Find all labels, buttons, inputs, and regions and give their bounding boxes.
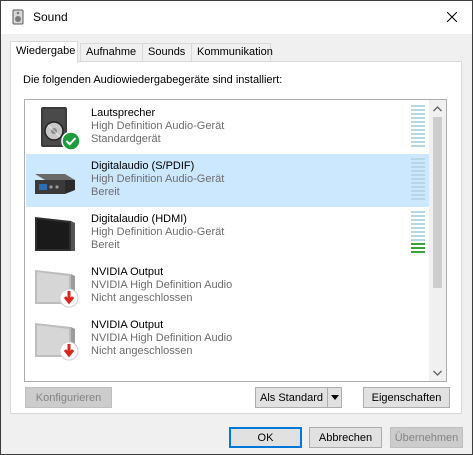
monitor-icon	[35, 217, 75, 251]
cancel-button[interactable]: Abbrechen	[309, 427, 382, 448]
chevron-down-icon	[433, 370, 442, 376]
speaker-app-icon	[12, 9, 24, 25]
device-status: Nicht angeschlossen	[91, 292, 193, 304]
unplugged-icon	[59, 288, 79, 308]
playback-panel: Die folgenden Audiowiedergabegeräte sind…	[10, 61, 462, 414]
device-name: Digitalaudio (HDMI)	[91, 213, 187, 225]
scroll-thumb[interactable]	[433, 117, 442, 288]
tab-wiedergabe[interactable]: Wiedergabe	[10, 41, 78, 63]
list-item[interactable]: NVIDIA Output NVIDIA High Definition Aud…	[26, 260, 431, 313]
device-status: Nicht angeschlossen	[91, 345, 193, 357]
level-meter	[411, 158, 425, 204]
digital-audio-icon	[35, 174, 75, 194]
apply-button[interactable]: Übernehmen	[390, 427, 463, 448]
tab-kommunikation[interactable]: Kommunikation	[191, 43, 273, 62]
close-button[interactable]	[442, 7, 462, 27]
device-name: Lautsprecher	[91, 107, 156, 119]
device-list[interactable]: Lautsprecher High Definition Audio-Gerät…	[24, 99, 447, 382]
device-name: NVIDIA Output	[91, 319, 164, 331]
tab-sounds[interactable]: Sounds	[142, 43, 192, 62]
list-item[interactable]: NVIDIA Output NVIDIA High Definition Aud…	[26, 313, 431, 366]
default-check-icon	[61, 131, 81, 151]
list-item[interactable]: Digitalaudio (HDMI) High Definition Audi…	[26, 207, 431, 260]
dropdown-arrow-icon	[330, 395, 339, 400]
scroll-up-button[interactable]	[429, 100, 446, 117]
scroll-down-button[interactable]	[429, 364, 446, 381]
title-bar[interactable]: Sound	[1, 1, 472, 34]
panel-description: Die folgenden Audiowiedergabegeräte sind…	[23, 74, 283, 86]
set-default-label: Als Standard	[260, 391, 323, 404]
level-meter	[411, 211, 425, 257]
device-driver: High Definition Audio-Gerät	[91, 120, 225, 132]
device-status: Standardgerät	[91, 133, 161, 145]
device-driver: High Definition Audio-Gerät	[91, 173, 225, 185]
unplugged-icon	[59, 341, 79, 361]
configure-button[interactable]: Konfigurieren	[25, 387, 112, 408]
properties-button[interactable]: Eigenschaften	[363, 387, 450, 408]
tab-aufnahme[interactable]: Aufnahme	[80, 43, 143, 62]
device-driver: NVIDIA High Definition Audio	[91, 332, 233, 344]
chevron-up-icon	[433, 105, 442, 111]
device-name: NVIDIA Output	[91, 266, 164, 278]
device-status: Bereit	[91, 239, 120, 251]
device-name: Digitalaudio (S/PDIF)	[91, 160, 195, 172]
device-driver: High Definition Audio-Gerät	[91, 226, 225, 238]
sound-dialog: Sound Wiedergabe Aufnahme Sounds Kommuni…	[0, 0, 473, 455]
list-item[interactable]: Digitalaudio (S/PDIF) High Definition Au…	[26, 154, 431, 207]
set-default-dropdown[interactable]	[327, 388, 341, 407]
set-default-button[interactable]: Als Standard	[255, 387, 342, 408]
vertical-scrollbar[interactable]	[429, 100, 446, 381]
device-status: Bereit	[91, 186, 120, 198]
level-meter	[411, 105, 425, 151]
window-title: Sound	[33, 10, 68, 24]
device-driver: NVIDIA High Definition Audio	[91, 279, 233, 291]
list-item[interactable]: Lautsprecher High Definition Audio-Gerät…	[26, 101, 431, 154]
close-icon	[447, 12, 457, 22]
ok-button[interactable]: OK	[229, 427, 302, 448]
